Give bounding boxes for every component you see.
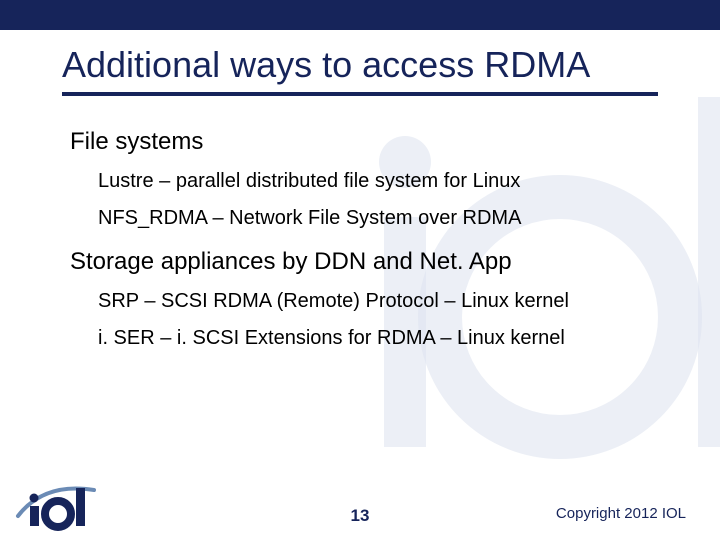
bullet-item: i. SER – i. SCSI Extensions for RDMA – L… [98,327,660,350]
section-heading: Storage appliances by DDN and Net. App [70,248,660,276]
title-underline [62,92,658,96]
footer-logo [14,476,104,532]
copyright-text: Copyright 2012 IOL [556,505,686,522]
slide-body: File systems Lustre – parallel distribut… [70,120,660,354]
bullet-item: SRP – SCSI RDMA (Remote) Protocol – Linu… [98,290,660,313]
slide: Additional ways to access RDMA File syst… [0,0,720,540]
bullet-item: Lustre – parallel distributed file syste… [98,170,660,193]
section-heading: File systems [70,128,660,156]
page-number: 13 [351,506,370,526]
top-bar [0,0,720,30]
slide-title: Additional ways to access RDMA [62,44,590,86]
bullet-item: NFS_RDMA – Network File System over RDMA [98,207,660,230]
